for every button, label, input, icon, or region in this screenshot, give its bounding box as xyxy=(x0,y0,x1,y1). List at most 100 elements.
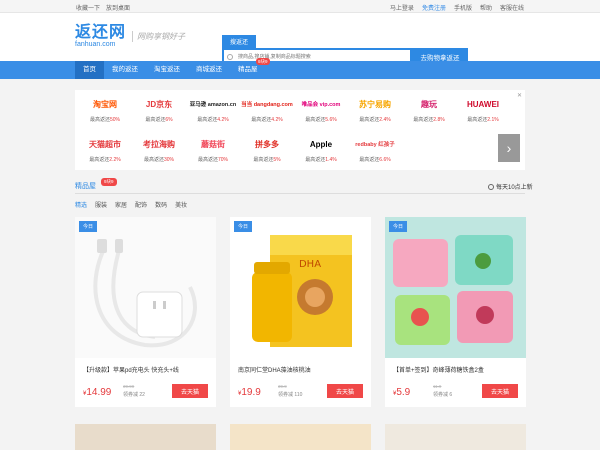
product-title[interactable]: 【首单+签到】奇峰薄荷糖铁盒2盒 xyxy=(393,365,484,374)
brand-item[interactable]: 淘宝网最高返还50% xyxy=(79,94,131,132)
rate-label: 最高返还 xyxy=(145,117,166,123)
customer-service-link[interactable]: 客服在线 xyxy=(500,3,524,12)
rate-value: 50% xyxy=(110,117,121,123)
buy-button[interactable]: 去天猫 xyxy=(172,384,208,398)
nav-boutique-label: 精品屋 xyxy=(238,66,258,73)
next-arrow-icon[interactable]: › xyxy=(498,134,520,162)
brand-item[interactable]: HUAWEI 最高返还2.1% xyxy=(457,94,509,132)
product-card[interactable]: DHA 今日 南京同仁堂DHA藻油核桃油 ¥19.9 39.9 领券减 110 … xyxy=(230,217,371,407)
original-price: 39.9 xyxy=(278,384,287,389)
register-link[interactable]: 免费注册 xyxy=(422,3,446,12)
brand-logo: redbaby 红孩子 xyxy=(355,142,395,148)
top-bar: 收藏一下 放到桌面 马上登录 免费注册 手机版 帮助 客服在线 xyxy=(0,0,600,13)
coupon-value: 22 xyxy=(139,392,145,398)
product-image[interactable]: 今日 xyxy=(75,217,216,358)
section-badge: 9块9 xyxy=(101,178,117,186)
rate-label: 最高返还 xyxy=(413,117,434,123)
brand-item[interactable]: 考拉海购 最高返还30% xyxy=(133,134,185,172)
brand-item[interactable]: 唯品会 vip.com 最高返还5.6% xyxy=(295,94,347,132)
section-title: 精品屋 xyxy=(75,183,96,190)
brand-item[interactable]: 趣玩 最高返还2.8% xyxy=(403,94,455,132)
price-value: 19.9 xyxy=(241,387,261,398)
cat-digital[interactable]: 数码 xyxy=(155,200,167,209)
nav-home[interactable]: 首页 xyxy=(75,61,104,79)
nav-taobao-rebate[interactable]: 淘宝返还 xyxy=(146,61,188,79)
brand-item[interactable]: 亚马逊 amazon.cn 最高返还4.2% xyxy=(187,94,239,132)
brand-logo: JD京东 xyxy=(145,99,173,109)
brand-rate: 最高返还6% xyxy=(133,116,185,123)
cat-clothing[interactable]: 服装 xyxy=(95,200,107,209)
product-card[interactable]: 今日 【首单+签到】奇峰薄荷糖铁盒2盒 ¥5.9 11.9 领券减 6 去天猫 xyxy=(385,217,526,407)
coupon-label: 领券减 xyxy=(123,392,139,398)
buy-button[interactable]: 去天猫 xyxy=(482,384,518,398)
nav-mall-rebate[interactable]: 商城返还 xyxy=(188,61,230,79)
desktop-link[interactable]: 放到桌面 xyxy=(106,3,130,12)
brand-item[interactable]: 拼多多 最高返还5% xyxy=(241,134,293,172)
product-card[interactable]: 今日 【升级款】苹果pd充电头 快充头+线 ¥14.99 39.99 领券减 2… xyxy=(75,217,216,407)
main-nav: 首页 我的返还 淘宝返还 商城返还 精品屋 9块9 xyxy=(0,58,600,79)
brand-item[interactable]: 苏宁易购 最高返还2.4% xyxy=(349,94,401,132)
divider xyxy=(75,193,525,194)
close-icon[interactable]: ✕ xyxy=(517,92,522,99)
help-link[interactable]: 帮助 xyxy=(480,3,492,12)
brand-rate: 最高返还4.2% xyxy=(241,116,293,123)
brand-logo: 当当 dangdang.com xyxy=(241,102,293,108)
rate-label: 最高返还 xyxy=(89,117,110,123)
site-logo[interactable]: 返还网 fanhuan.com xyxy=(75,25,126,49)
cat-accessories[interactable]: 配饰 xyxy=(135,200,147,209)
rate-value: 6% xyxy=(165,117,173,123)
clock-icon xyxy=(488,184,494,191)
nav-badge: 9块9 xyxy=(255,58,270,65)
product-title[interactable]: 【升级款】苹果pd充电头 快充头+线 xyxy=(83,365,179,374)
brand-logo: 淘宝网 xyxy=(93,99,117,109)
brand-item[interactable]: 蘑菇街 最高返还70% xyxy=(187,134,239,172)
product-tag: 今日 xyxy=(389,221,408,232)
brand-rate: 最高返还30% xyxy=(133,156,185,163)
rate-value: 30% xyxy=(164,157,175,163)
logo-text: 返还网 xyxy=(75,24,127,41)
brand-item[interactable]: JD京东最高返还6% xyxy=(133,94,185,132)
brand-rate: 最高返还2.1% xyxy=(457,116,509,123)
product-title[interactable]: 南京同仁堂DHA藻油核桃油 xyxy=(238,365,311,374)
cat-beauty[interactable]: 美妆 xyxy=(175,200,187,209)
login-link[interactable]: 马上登录 xyxy=(390,3,414,12)
brand-rate: 最高返还4.2% xyxy=(187,116,239,123)
product-tag: 今日 xyxy=(79,221,98,232)
logo-domain: fanhuan.com xyxy=(75,41,116,48)
product-image[interactable]: DHA 今日 xyxy=(230,217,371,358)
brand-rate: 最高返还2.2% xyxy=(79,156,131,163)
brand-item[interactable]: Apple 最高返还1.4% xyxy=(295,134,347,172)
brand-rate: 最高返还6.6% xyxy=(349,156,401,163)
product-card-partial[interactable] xyxy=(230,424,371,450)
update-text: 每天10点上新 xyxy=(496,185,533,191)
product-image[interactable]: 今日 xyxy=(385,217,526,358)
nav-my-rebate[interactable]: 我的返还 xyxy=(104,61,146,79)
rate-value: 70% xyxy=(218,157,229,163)
product-card-partial[interactable] xyxy=(385,424,526,450)
rate-value: 5% xyxy=(273,157,281,163)
rate-value: 4.2% xyxy=(271,117,283,123)
rate-value: 2.4% xyxy=(379,117,391,123)
brand-item[interactable]: 天猫超市最高返还2.2% xyxy=(79,134,131,172)
rate-value: 2.2% xyxy=(109,157,121,163)
brand-item[interactable]: 当当 dangdang.com 最高返还4.2% xyxy=(241,94,293,132)
rate-label: 最高返还 xyxy=(467,117,488,123)
product-card-partial[interactable] xyxy=(75,424,216,450)
rate-label: 最高返还 xyxy=(253,157,274,163)
brand-item[interactable]: redbaby 红孩子 最高返还6.6% xyxy=(349,134,401,172)
coupon-info: 领券减 110 xyxy=(278,391,302,398)
cat-featured[interactable]: 精选 xyxy=(75,200,87,209)
brand-logo: 蘑菇街 xyxy=(201,139,225,149)
brand-rate: 最高返还2.8% xyxy=(403,116,455,123)
mobile-link[interactable]: 手机版 xyxy=(454,3,472,12)
brand-logo: 天猫超市 xyxy=(89,139,121,149)
rate-label: 最高返还 xyxy=(251,117,272,123)
bookmark-link[interactable]: 收藏一下 xyxy=(76,3,100,12)
nav-boutique[interactable]: 精品屋 9块9 xyxy=(230,58,270,79)
cat-home[interactable]: 家居 xyxy=(115,200,127,209)
search-icon xyxy=(227,54,233,60)
buy-button[interactable]: 去天猫 xyxy=(327,384,363,398)
search-tab[interactable]: 搜返还 xyxy=(222,35,257,48)
rate-value: 1.4% xyxy=(325,157,337,163)
rate-value: 5.6% xyxy=(325,117,337,123)
